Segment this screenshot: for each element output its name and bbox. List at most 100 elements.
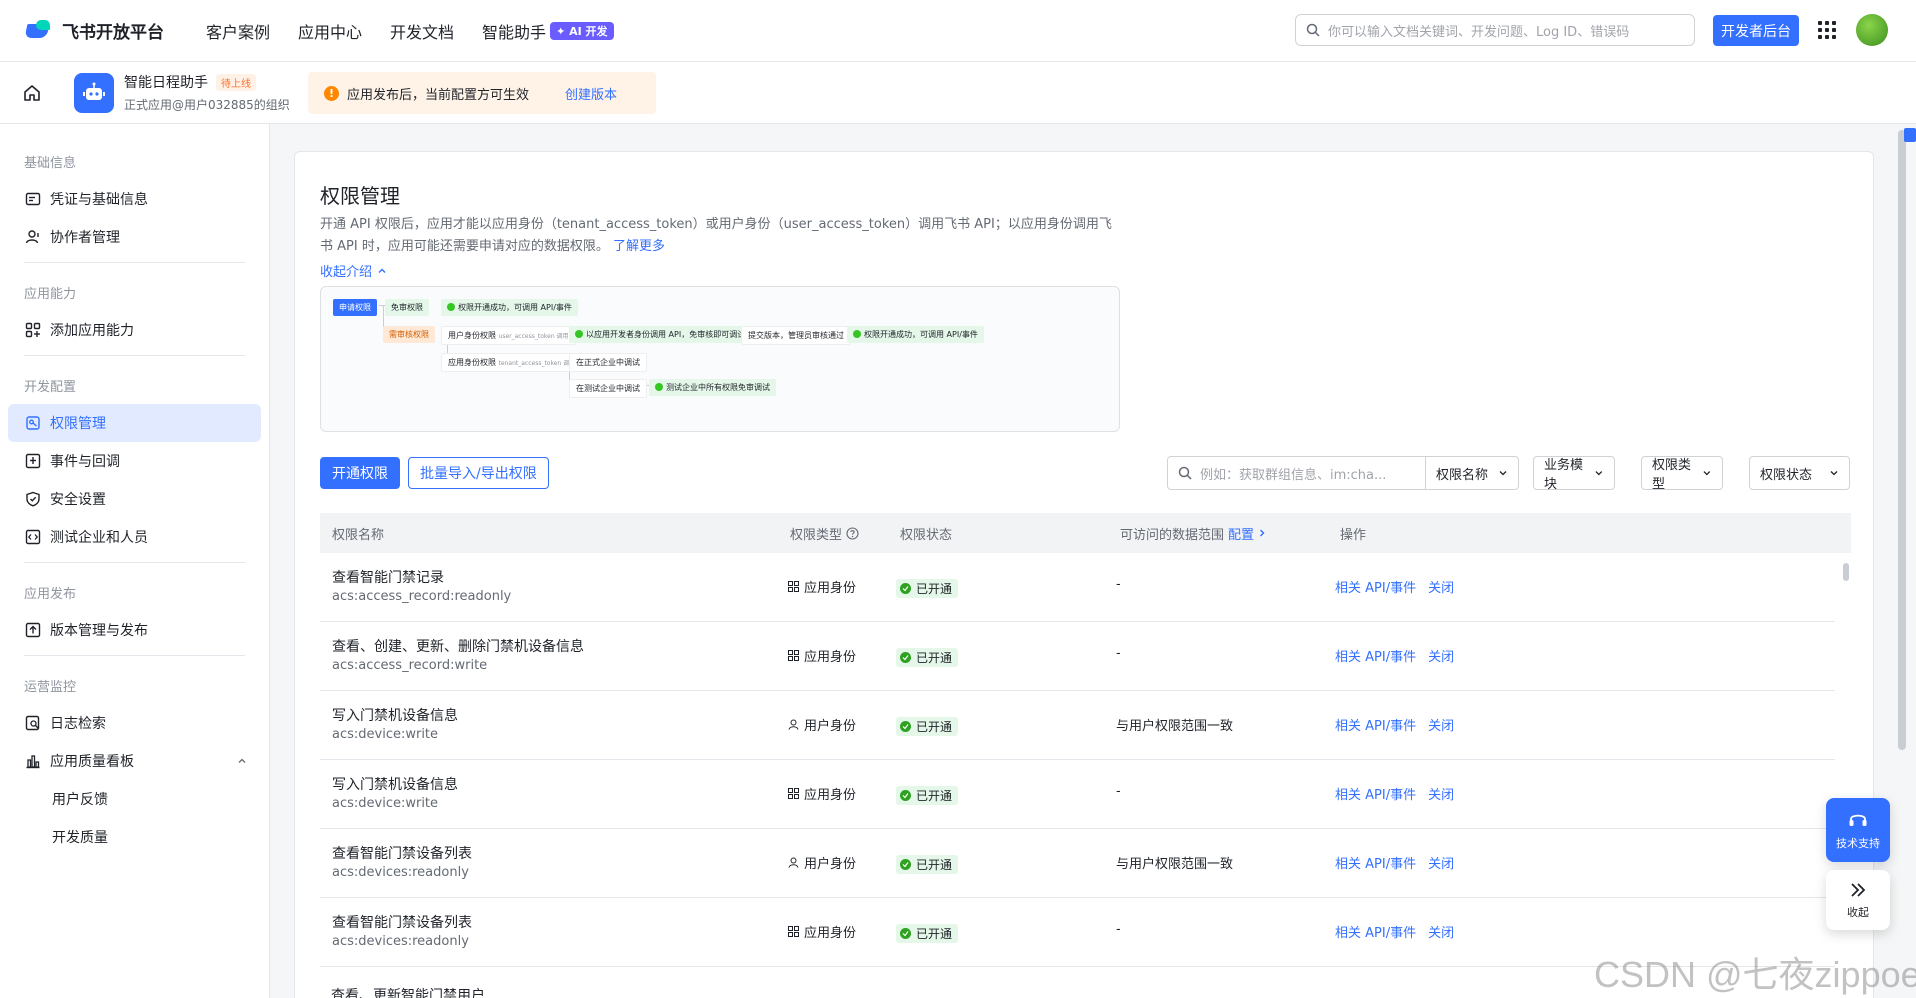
batch-import-export-button[interactable]: 批量导入/导出权限 xyxy=(408,457,549,489)
filter-label: 权限类型 xyxy=(1652,458,1692,492)
apps-grid-icon[interactable] xyxy=(1818,21,1836,39)
table-row: 查看智能门禁设备列表 acs:devices:readonly 用户身份 已开通… xyxy=(320,829,1835,898)
sidebar-item-test-enterprise[interactable]: 测试企业和人员 xyxy=(8,518,261,556)
permission-name: 查看、创建、更新、删除门禁机设备信息 xyxy=(332,639,584,655)
flow-free: 免审权限 xyxy=(385,299,429,316)
sidebar-item-user-feedback[interactable]: 用户反馈 xyxy=(8,780,261,818)
sidebar-item-dev-quality[interactable]: 开发质量 xyxy=(8,818,261,856)
related-api-link[interactable]: 相关 API/事件 xyxy=(1335,922,1416,941)
status-label: 已开通 xyxy=(916,789,953,803)
status-label: 已开通 xyxy=(916,858,953,872)
close-permission-link[interactable]: 关闭 xyxy=(1428,922,1454,941)
apps-add-icon xyxy=(24,321,42,339)
sidebar-item-label: 添加应用能力 xyxy=(50,323,134,339)
close-permission-link[interactable]: 关闭 xyxy=(1428,784,1454,803)
flow-free-ok: 权限开通成功，可调用 API/事件 xyxy=(441,299,578,316)
flow-user-id-text: 用户身份权限 xyxy=(448,331,496,340)
search-icon xyxy=(1306,23,1320,37)
nav-customer-cases[interactable]: 客户案例 xyxy=(206,19,270,43)
sidebar-item-label: 事件与回调 xyxy=(50,454,120,470)
flow-prod: 在正式企业中调试 xyxy=(569,353,647,372)
row-actions: 相关 API/事件 关闭 xyxy=(1335,715,1466,734)
check-circle-icon xyxy=(900,928,911,939)
scroll-top-marker[interactable] xyxy=(1904,128,1916,142)
sidebar-item-versions[interactable]: 版本管理与发布 xyxy=(8,611,261,649)
filter-label: 权限名称 xyxy=(1436,467,1489,483)
sidebar-item-security[interactable]: 安全设置 xyxy=(8,480,261,518)
permission-type-label: 用户身份 xyxy=(804,857,857,872)
nav-smart-assistant[interactable]: 智能助手 ✦ AI 开发 xyxy=(482,19,614,43)
related-api-link[interactable]: 相关 API/事件 xyxy=(1335,646,1416,665)
related-api-link[interactable]: 相关 API/事件 xyxy=(1335,577,1416,596)
chevron-up-icon xyxy=(378,268,386,273)
related-api-link[interactable]: 相关 API/事件 xyxy=(1335,853,1416,872)
col-ops: 操作 xyxy=(1340,527,1367,543)
permission-name: 查看、更新智能门禁用户 xyxy=(331,988,485,998)
collapse-intro-link[interactable]: 收起介绍 xyxy=(320,261,388,280)
page-scrollbar[interactable] xyxy=(1898,130,1906,750)
table-row: 写入门禁机设备信息 acs:device:write 用户身份 已开通 与用户权… xyxy=(320,691,1835,760)
scope-config-link[interactable]: 配置 xyxy=(1228,524,1267,543)
close-permission-link[interactable]: 关闭 xyxy=(1428,853,1454,872)
collapse-float-button[interactable]: 收起 xyxy=(1826,870,1890,930)
sidebar-item-label: 测试企业和人员 xyxy=(50,530,148,546)
filter-permission-type[interactable]: 权限类型 xyxy=(1641,456,1723,492)
search-icon xyxy=(1178,466,1192,480)
main-nav: 客户案例 应用中心 开发文档 智能助手 ✦ AI 开发 xyxy=(206,19,642,43)
permission-flow-diagram: 申请权限 免审权限 权限开通成功，可调用 API/事件 需审核权限 用户身份权限… xyxy=(320,286,1120,432)
doc-search-input[interactable]: 你可以输入文档关键词、开发问题、Log ID、错误码 xyxy=(1295,14,1695,46)
close-permission-link[interactable]: 关闭 xyxy=(1428,715,1454,734)
nav-app-center[interactable]: 应用中心 xyxy=(298,19,362,43)
permission-name: 查看智能门禁记录 xyxy=(332,570,444,586)
bar-chart-icon xyxy=(24,752,42,770)
app-meta: 智能日程助手 待上线 正式应用@用户032885的组织 xyxy=(124,72,290,113)
status-label: 已开通 xyxy=(916,927,953,941)
nav-dev-docs[interactable]: 开发文档 xyxy=(390,19,454,43)
filter-permission-name[interactable]: 权限名称 xyxy=(1426,456,1519,490)
filter-business-module[interactable]: 业务模块 xyxy=(1533,456,1615,492)
sidebar-item-permissions[interactable]: 权限管理 xyxy=(8,404,261,442)
user-avatar[interactable] xyxy=(1856,14,1888,46)
close-permission-link[interactable]: 关闭 xyxy=(1428,577,1454,596)
permission-search-input[interactable]: 例如：获取群组信息、im:cha... xyxy=(1167,456,1426,490)
create-version-link[interactable]: 创建版本 xyxy=(565,84,617,103)
filter-permission-status[interactable]: 权限状态 xyxy=(1749,456,1850,490)
brand-logo[interactable]: 飞书开放平台 xyxy=(24,18,164,43)
sidebar-item-label: 安全设置 xyxy=(50,492,106,508)
related-api-link[interactable]: 相关 API/事件 xyxy=(1335,784,1416,803)
chevron-down-icon xyxy=(1595,471,1603,476)
sidebar-item-events[interactable]: 事件与回调 xyxy=(8,442,261,480)
flow-test-ok-text: 测试企业中所有权限免审调试 xyxy=(666,383,770,392)
sidebar-item-quality-board[interactable]: 应用质量看板 xyxy=(8,742,261,780)
close-permission-link[interactable]: 关闭 xyxy=(1428,646,1454,665)
flow-app-id-text: 应用身份权限 xyxy=(448,358,496,367)
permission-type: 应用身份 xyxy=(788,784,856,803)
table-scrollbar[interactable] xyxy=(1843,563,1849,581)
permission-name: 写入门禁机设备信息 xyxy=(332,777,458,793)
permission-name: 查看智能门禁设备列表 xyxy=(332,915,472,931)
sidebar-item-add-capability[interactable]: 添加应用能力 xyxy=(8,311,261,349)
sidebar-item-credentials[interactable]: 凭证与基础信息 xyxy=(8,180,261,218)
headset-icon xyxy=(1849,814,1867,826)
col-type: 权限类型 xyxy=(790,513,859,553)
sidebar-item-log-search[interactable]: 日志检索 xyxy=(8,704,261,742)
tech-support-label: 技术支持 xyxy=(1836,837,1880,850)
home-icon[interactable] xyxy=(22,83,42,103)
flow-dev-ok-text: 以应用开发者身份调用 API，免审核即可调试 xyxy=(586,330,746,339)
help-icon[interactable] xyxy=(846,526,859,540)
sidebar-item-label: 协作者管理 xyxy=(50,230,120,246)
permission-type: 应用身份 xyxy=(788,922,856,941)
learn-more-link[interactable]: 了解更多 xyxy=(613,239,665,254)
brand-name: 飞书开放平台 xyxy=(62,23,164,43)
related-api-link[interactable]: 相关 API/事件 xyxy=(1335,715,1416,734)
filter-label: 权限状态 xyxy=(1760,467,1813,483)
grid-icon xyxy=(788,788,799,799)
sidebar-item-collaborators[interactable]: 协作者管理 xyxy=(8,218,261,256)
row-actions: 相关 API/事件 关闭 xyxy=(1335,853,1466,872)
data-scope: - xyxy=(1116,646,1121,661)
tech-support-button[interactable]: 技术支持 xyxy=(1826,798,1890,862)
dev-console-button[interactable]: 开发者后台 xyxy=(1713,15,1799,46)
open-permission-button[interactable]: 开通权限 xyxy=(320,457,400,489)
row-actions: 相关 API/事件 关闭 xyxy=(1335,922,1466,941)
sidebar-section-title: 应用发布 xyxy=(24,586,77,602)
